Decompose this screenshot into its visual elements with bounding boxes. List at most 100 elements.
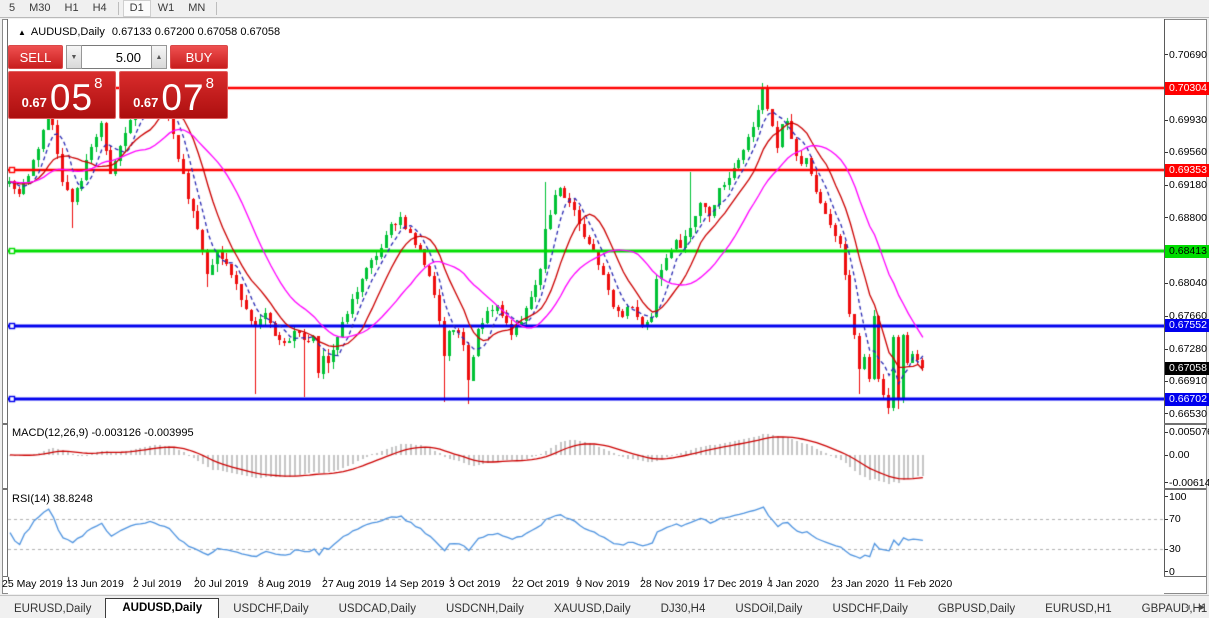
price-level-badge: 0.70304 (1165, 81, 1209, 95)
chart-header: ▲ AUDUSD,Daily 0.67133 0.67200 0.67058 0.6… (18, 26, 280, 38)
price-level-badge: 0.68413 (1165, 244, 1209, 258)
buy-price-pip-digit: 8 (205, 75, 214, 92)
price-axis[interactable]: 0.70690 0.69930 0.69560 0.69180 0.68800 0.680… (1165, 19, 1209, 578)
price-tick-label: 0.66530 (1169, 407, 1207, 420)
sell-price-display[interactable]: 0.67 05 8 (8, 71, 116, 119)
chart-tab-bar: EURUSD,Daily AUDUSD,Daily USDCHF,Daily USDC… (0, 595, 1209, 618)
rsi-tick-label: 100 (1169, 490, 1187, 503)
chart-tab-usdoil-daily[interactable]: USDOil,Daily (721, 600, 816, 618)
macd-values: -0.003126 -0.003995 (91, 427, 194, 439)
rsi-tick-label: 70 (1169, 513, 1181, 525)
chart-tab-audusd-daily[interactable]: AUDUSD,Daily (105, 598, 220, 618)
volume-input[interactable] (82, 45, 151, 69)
sell-button[interactable]: SELL (8, 45, 63, 69)
price-level-badge: 0.67058 (1165, 361, 1209, 375)
macd-tick-label: 0.005076 (1169, 426, 1209, 438)
chart-ohlc-values: 0.67133 0.67200 0.67058 0.67058 (111, 26, 281, 38)
price-tick-label: 0.69560 (1169, 146, 1207, 159)
chart-tab-usdcad-daily[interactable]: USDCAD,Daily (325, 600, 430, 618)
date-tick-label: 9 Nov 2019 (576, 578, 630, 590)
price-tick-mark (1165, 119, 1168, 121)
price-tick-mark (1165, 217, 1168, 219)
sell-price-prefix: 0.67 (21, 95, 47, 110)
timeframe-button-w1[interactable]: W1 (151, 0, 182, 17)
buy-price-display[interactable]: 0.67 07 8 (119, 71, 228, 119)
date-tick-label: 23 Jan 2020 (831, 578, 889, 590)
rsi-tick-label: 0 (1169, 565, 1175, 578)
rsi-tick-mark (1165, 518, 1168, 520)
rsi-tick-mark (1165, 548, 1168, 550)
price-tick-label: 0.67280 (1169, 343, 1207, 356)
price-tick-label: 0.68040 (1169, 277, 1207, 290)
sell-price-big-digits: 05 (49, 77, 94, 118)
chart-tab-dj30-h4[interactable]: DJ30,H4 (647, 600, 720, 618)
date-tick-label: 22 Oct 2019 (512, 578, 570, 590)
timeframe-button-5[interactable]: 5 (2, 0, 22, 17)
chart-tab-usdchf-daily[interactable]: USDCHF,Daily (818, 600, 921, 618)
macd-tick-label: -0.006148 (1169, 476, 1209, 489)
rsi-tick-label: 30 (1169, 543, 1181, 555)
date-tick-label: 3 Oct 2019 (449, 578, 501, 590)
macd-label: MACD(12,26,9) -0.003126 -0.003995 (12, 427, 194, 439)
price-tick-label: 0.70690 (1169, 48, 1207, 61)
timeframe-toolbar: 5 M30 H1 H4 D1 W1 MN (0, 0, 1209, 18)
timeframe-button-d1[interactable]: D1 (122, 0, 151, 17)
chart-tab-usdchf-daily[interactable]: USDCHF,Daily (219, 600, 322, 618)
chart-symbol-label: AUDUSD,Daily (30, 26, 105, 38)
sell-price-pip-digit: 8 (94, 75, 103, 92)
timeframe-button-m30[interactable]: M30 (22, 0, 57, 17)
toolbar-separator (216, 2, 218, 15)
price-tick-mark (1165, 413, 1168, 415)
rsi-tick-mark (1165, 571, 1168, 572)
price-tick-mark (1165, 348, 1168, 350)
one-click-trade-panel: SELL ▼ ▲ BUY 0.67058 0.67078 (8, 45, 228, 119)
date-tick-label: 27 Aug 2019 (322, 578, 381, 590)
volume-increase-button[interactable]: ▲ (151, 45, 167, 69)
trading-platform: 5 M30 H1 H4 D1 W1 MN ▲ AUDUSD,Daily 0.67133 0.67… (0, 0, 1209, 618)
chart-tab-usdcnh-daily[interactable]: USDCNH,Daily (432, 600, 538, 618)
collapse-triangle-icon[interactable]: ▲ (18, 28, 26, 37)
price-level-badge: 0.66702 (1165, 392, 1209, 406)
price-tick-mark (1165, 151, 1168, 153)
buy-button[interactable]: BUY (170, 45, 228, 69)
chart-tab-eurusd-daily[interactable]: EURUSD,Daily (0, 600, 105, 618)
date-tick-label: 17 Dec 2019 (703, 578, 763, 590)
rsi-tick-mark (1165, 496, 1168, 497)
price-tick-mark (1165, 54, 1168, 56)
date-tick-label: 28 Nov 2019 (640, 578, 700, 590)
price-tick-mark (1165, 315, 1168, 317)
chart-tab-eurusd-h1[interactable]: EURUSD,H1 (1031, 600, 1125, 618)
price-level-badge: 0.69353 (1165, 163, 1209, 177)
macd-tick-mark (1165, 431, 1168, 433)
price-tick-label: 0.69180 (1169, 179, 1207, 192)
date-tick-label: 4 Jan 2020 (767, 578, 819, 590)
date-tick-label: 13 Jun 2019 (66, 578, 124, 590)
price-tick-mark (1165, 282, 1168, 284)
price-tick-label: 0.68800 (1169, 211, 1207, 224)
buy-price-prefix: 0.67 (133, 95, 159, 110)
rsi-label: RSI(14) 38.8248 (12, 493, 93, 505)
chart-tab-gbpusd-daily[interactable]: GBPUSD,Daily (924, 600, 1029, 618)
toolbar-separator (117, 2, 119, 15)
tab-scroll-left-icon[interactable]: ◂ (1185, 602, 1190, 614)
timeframe-button-mn[interactable]: MN (181, 0, 212, 17)
date-tick-label: 11 Feb 2020 (894, 578, 953, 590)
date-tick-label: 8 Aug 2019 (258, 578, 312, 590)
tab-scroll-right-icon[interactable]: ▸ (1200, 602, 1205, 614)
date-tick-label: 2 Jul 2019 (133, 578, 182, 590)
buy-price-big-digits: 07 (161, 77, 205, 118)
date-tick-label: 20 Jul 2019 (194, 578, 249, 590)
timeframe-button-h1[interactable]: H1 (58, 0, 86, 17)
volume-decrease-button[interactable]: ▼ (66, 45, 82, 69)
chart-tab-xauusd-daily[interactable]: XAUUSD,Daily (540, 600, 645, 618)
price-tick-label: 0.66910 (1169, 375, 1207, 388)
price-level-badge: 0.67552 (1165, 319, 1209, 333)
timeframe-button-h4[interactable]: H4 (86, 0, 114, 17)
date-tick-label: 14 Sep 2019 (385, 578, 445, 590)
macd-tick-mark (1165, 454, 1168, 456)
date-tick-label: 25 May 2019 (2, 578, 63, 590)
price-tick-mark (1165, 184, 1168, 186)
price-tick-mark (1165, 380, 1168, 382)
rsi-value: 38.8248 (52, 493, 93, 505)
macd-tick-label: 0.00 (1169, 449, 1190, 461)
